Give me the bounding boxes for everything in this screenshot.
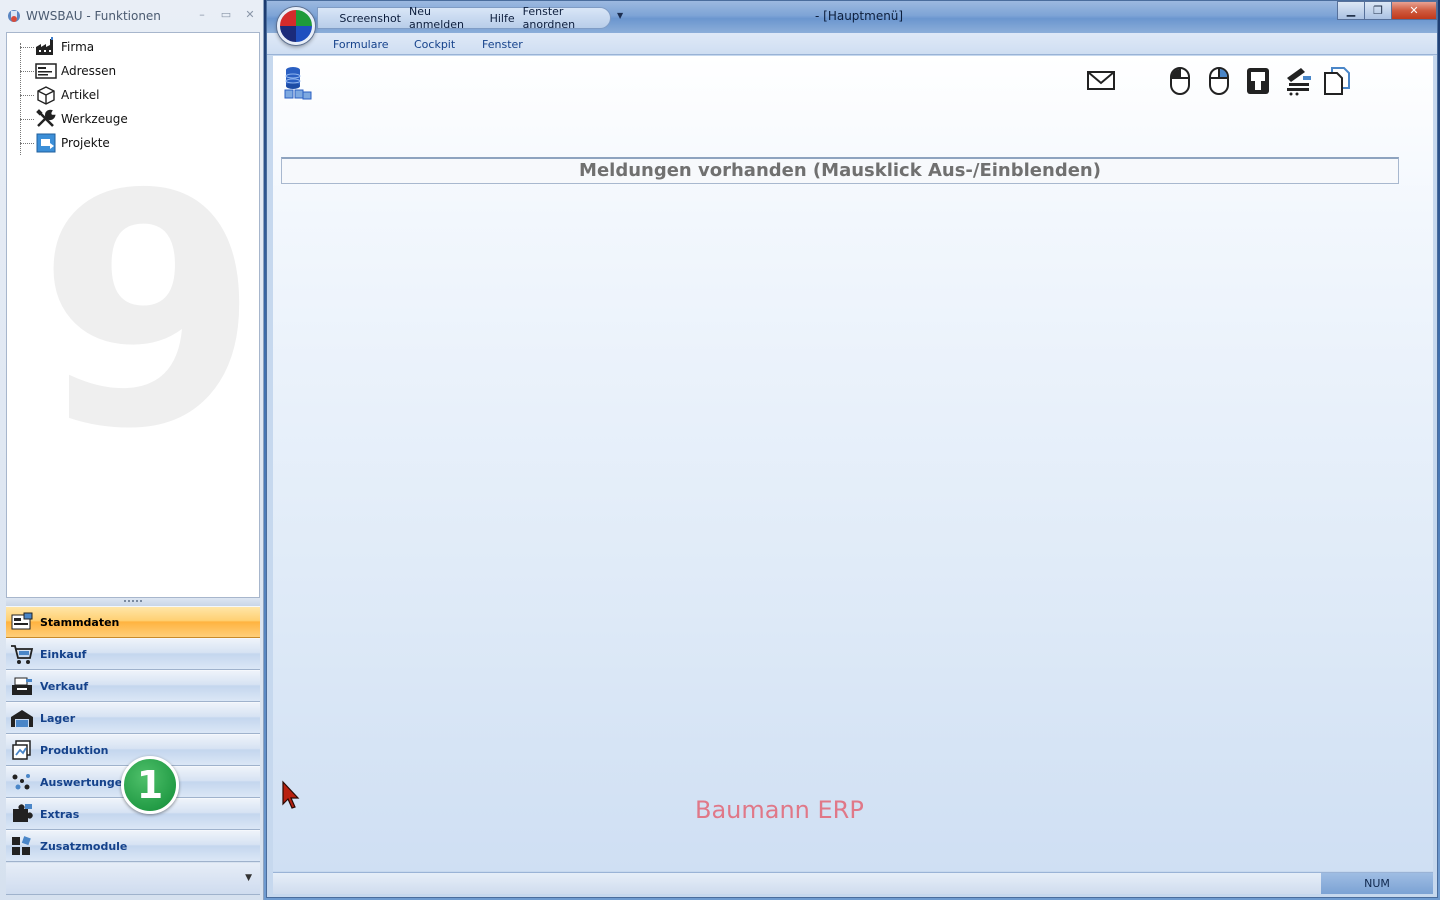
version-watermark: 9 bbox=[37, 127, 260, 499]
qat-screenshot[interactable]: Screenshot bbox=[339, 12, 401, 25]
tree-item-firma[interactable]: Firma bbox=[35, 35, 94, 59]
messages-banner[interactable]: Meldungen vorhanden (Mausklick Aus-/Einb… bbox=[281, 157, 1399, 184]
nav-label: Lager bbox=[40, 711, 76, 725]
production-icon bbox=[10, 739, 34, 761]
qat-dropdown-icon[interactable]: ▼ bbox=[617, 11, 623, 20]
restore-icon[interactable]: ❐ bbox=[1364, 1, 1392, 20]
main-content: Meldungen vorhanden (Mausklick Aus-/Einb… bbox=[273, 56, 1433, 871]
tree-item-adressen[interactable]: Adressen bbox=[35, 59, 116, 83]
mouse-cursor-icon bbox=[282, 780, 300, 809]
num-lock-indicator: NUM bbox=[1321, 873, 1433, 894]
keyboard-icon[interactable] bbox=[1244, 66, 1272, 96]
ribbon-tabs: Formulare Cockpit Fenster bbox=[267, 33, 1437, 55]
master-data-icon bbox=[10, 611, 34, 633]
tree-item-projekte[interactable]: Projekte bbox=[35, 131, 110, 155]
documents-icon[interactable] bbox=[1322, 66, 1350, 96]
tab-cockpit[interactable]: Cockpit bbox=[414, 38, 455, 51]
step-badge: 1 bbox=[121, 756, 179, 814]
mouse-left-icon[interactable] bbox=[1166, 66, 1194, 96]
functions-titlebar: WWSBAU - Funktionen – ▭ ✕ bbox=[0, 0, 264, 32]
tree-item-werkzeuge[interactable]: Werkzeuge bbox=[35, 107, 128, 131]
database-icon[interactable] bbox=[283, 66, 313, 100]
close-icon[interactable]: ✕ bbox=[244, 8, 256, 21]
network-tool-icon[interactable] bbox=[1283, 66, 1311, 96]
mouse-right-icon[interactable] bbox=[1205, 66, 1233, 96]
modules-icon bbox=[10, 835, 34, 857]
mail-icon[interactable] bbox=[1086, 66, 1115, 96]
nav-label: Einkauf bbox=[40, 647, 87, 661]
main-window: Screenshot Neu anmelden Hilfe Fenster an… bbox=[266, 0, 1438, 898]
nav-label: Extras bbox=[40, 807, 80, 821]
function-tree: 9 Firma Adressen Artikel Werkzeuge Proje… bbox=[6, 32, 260, 598]
tree-item-artikel[interactable]: Artikel bbox=[35, 83, 99, 107]
factory-icon bbox=[35, 37, 57, 57]
qat-fenster-anordnen[interactable]: Fenster anordnen bbox=[523, 5, 610, 31]
tree-item-label: Adressen bbox=[61, 64, 117, 78]
warehouse-icon bbox=[10, 707, 34, 729]
nav-label: Stammdaten bbox=[40, 615, 120, 629]
nav-label: Zusatzmodule bbox=[40, 839, 128, 853]
tab-formulare[interactable]: Formulare bbox=[333, 38, 389, 51]
tree-item-label: Firma bbox=[61, 40, 95, 54]
shopping-cart-icon bbox=[10, 643, 34, 665]
functions-title: WWSBAU - Funktionen bbox=[26, 9, 161, 23]
address-card-icon bbox=[35, 61, 57, 81]
chevron-down-icon[interactable]: ▼ bbox=[245, 873, 252, 883]
nav-label: Produktion bbox=[40, 743, 109, 757]
tools-icon bbox=[35, 109, 57, 129]
project-icon bbox=[35, 133, 57, 153]
quick-access-toolbar: Screenshot Neu anmelden Hilfe Fenster an… bbox=[317, 5, 611, 31]
app-orb-button[interactable] bbox=[277, 7, 315, 45]
nav-pane-footer[interactable]: ▼ bbox=[6, 863, 260, 895]
nav-verkauf[interactable]: Verkauf bbox=[6, 670, 260, 702]
nav-einkauf[interactable]: Einkauf bbox=[6, 638, 260, 670]
minimize-icon[interactable]: – bbox=[196, 8, 208, 21]
package-icon bbox=[35, 85, 57, 105]
maximize-icon[interactable]: ▭ bbox=[220, 8, 232, 21]
qat-hilfe[interactable]: Hilfe bbox=[490, 12, 515, 25]
nav-lager[interactable]: Lager bbox=[6, 702, 260, 734]
app-icon bbox=[6, 8, 22, 24]
brand-label: Baumann ERP bbox=[695, 796, 864, 824]
nav-label: Verkauf bbox=[40, 679, 89, 693]
tree-item-label: Werkzeuge bbox=[61, 112, 128, 126]
main-titlebar: Screenshot Neu anmelden Hilfe Fenster an… bbox=[267, 1, 1437, 33]
nav-stammdaten[interactable]: Stammdaten bbox=[6, 606, 260, 638]
status-bar: NUM bbox=[273, 872, 1433, 894]
qat-neu-anmelden[interactable]: Neu anmelden bbox=[409, 5, 482, 31]
nav-label: Auswertungen bbox=[40, 775, 131, 789]
panel-splitter[interactable] bbox=[6, 598, 260, 606]
tab-fenster[interactable]: Fenster bbox=[482, 38, 523, 51]
scatter-chart-icon bbox=[10, 771, 34, 793]
nav-zusatzmodule[interactable]: Zusatzmodule bbox=[6, 830, 260, 862]
puzzle-icon bbox=[10, 803, 34, 825]
cash-register-icon bbox=[10, 675, 34, 697]
close-icon[interactable]: ✕ bbox=[1391, 1, 1437, 20]
main-title: - [Hauptmenü] bbox=[815, 9, 904, 23]
minimize-icon[interactable]: ▁ bbox=[1337, 1, 1365, 20]
tree-item-label: Projekte bbox=[61, 136, 110, 150]
tree-item-label: Artikel bbox=[61, 88, 100, 102]
